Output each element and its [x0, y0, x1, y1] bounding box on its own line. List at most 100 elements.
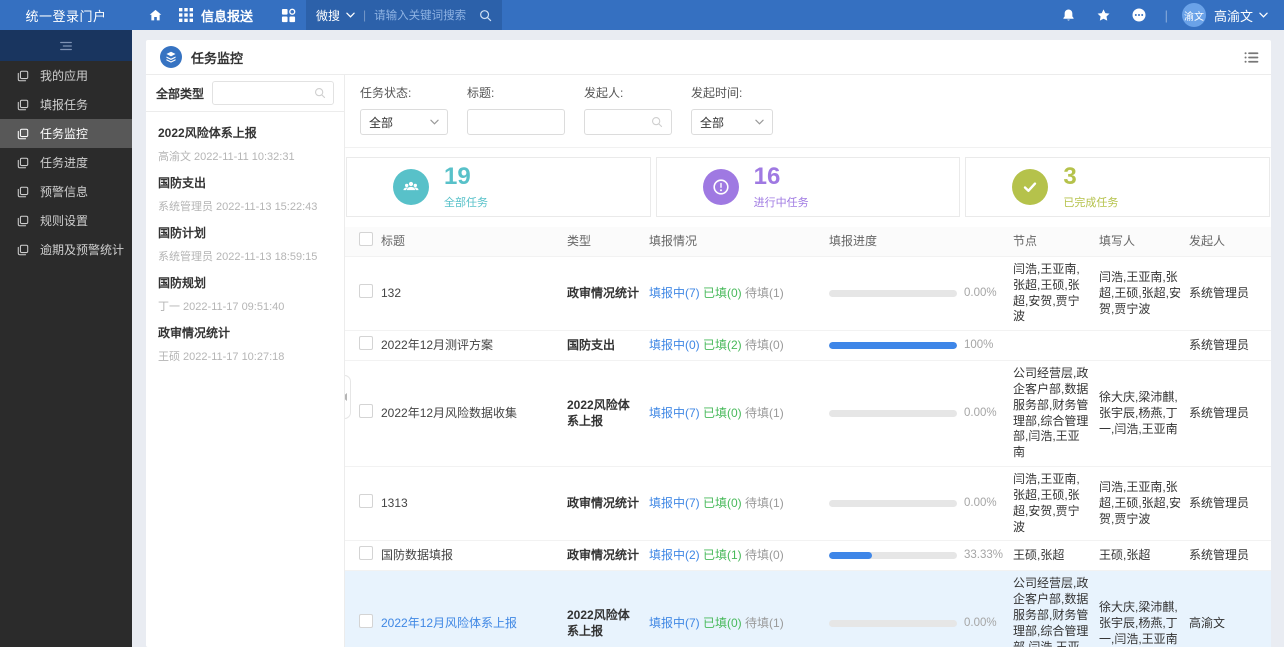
panel-header: 任务监控 — [146, 40, 1271, 75]
sidebar-item[interactable]: 任务进度 — [0, 148, 132, 177]
page-title: 任务监控 — [191, 48, 243, 67]
row-checkbox[interactable] — [359, 336, 373, 350]
chevron-down-icon — [430, 119, 439, 125]
sidebar-item[interactable]: 任务监控 — [0, 119, 132, 148]
sidebar-item[interactable]: 预警信息 — [0, 177, 132, 206]
row-initiator: 系统管理员 — [1189, 333, 1271, 359]
progress-percent: 0.00% — [964, 406, 997, 421]
row-title[interactable]: 132 — [381, 281, 567, 307]
row-fill-status: 填报中(7) 已填(0) 待填(1) — [649, 281, 829, 307]
topbar-search[interactable]: 微搜 | 请输入关键词搜索 — [306, 0, 502, 30]
avatar[interactable]: 渝文 — [1182, 3, 1206, 27]
user-chevron-down-icon[interactable] — [1259, 12, 1268, 18]
task-item-title: 2022风险体系上报 — [158, 124, 332, 141]
row-checkbox[interactable] — [359, 614, 373, 628]
row-initiator: 系统管理员 — [1189, 543, 1271, 569]
row-checkbox[interactable] — [359, 404, 373, 418]
topbar-divider: | — [1165, 8, 1168, 23]
collapse-arrow-icon — [345, 393, 347, 401]
sidebar-item[interactable]: 我的应用 — [0, 61, 132, 90]
task-monitor-panel: 任务监控 全部类型 2022风险 — [146, 40, 1271, 647]
more-circle-icon[interactable] — [1131, 7, 1147, 23]
task-list-item[interactable]: 国防支出 系统管理员 2022-11-13 15:22:43 — [158, 174, 332, 214]
widget-icon[interactable] — [281, 8, 296, 23]
sidebar-item[interactable]: 规则设置 — [0, 206, 132, 235]
task-status-select[interactable]: 全部 — [360, 109, 448, 135]
initiator-filter-label: 发起人: — [584, 84, 672, 101]
type-filter-label: 全部类型 — [156, 85, 204, 102]
list-view-icon[interactable] — [1244, 51, 1259, 64]
filling-count: 填报中(7) — [649, 286, 700, 300]
sidebar-collapse-button[interactable] — [0, 30, 132, 61]
filter-task-status: 任务状态: 全部 — [360, 84, 448, 135]
sidebar-item-label: 逾期及预警统计 — [40, 241, 124, 258]
search-input-placeholder[interactable]: 请输入关键词搜索 — [374, 7, 479, 23]
row-title[interactable]: 国防数据填报 — [381, 543, 567, 569]
initiator-input[interactable] — [584, 109, 672, 135]
search-icon — [479, 9, 492, 22]
task-list-item[interactable]: 2022风险体系上报 高渝文 2022-11-11 10:32:31 — [158, 124, 332, 164]
table-row[interactable]: 2022年12月风险数据收集 2022风险体系上报 填报中(7) 已填(0) 待… — [345, 361, 1271, 467]
select-all-checkbox[interactable] — [359, 232, 373, 246]
progress-track — [829, 500, 957, 507]
table-row[interactable]: 132 政审情况统计 填报中(7) 已填(0) 待填(1) 0.00% 闫浩,王… — [345, 257, 1271, 331]
col-writer: 填写人 — [1099, 234, 1189, 250]
row-title[interactable]: 2022年12月测评方案 — [381, 333, 567, 359]
table-row[interactable]: 2022年12月测评方案 国防支出 填报中(0) 已填(2) 待填(0) 100… — [345, 331, 1271, 361]
table-row[interactable]: 2022年12月风险体系上报 2022风险体系上报 填报中(7) 已填(0) 待… — [345, 571, 1271, 647]
row-title[interactable]: 1313 — [381, 491, 567, 517]
row-title[interactable]: 2022年12月风险体系上报 — [381, 611, 567, 637]
row-node: 闫浩,王亚南,张超,王硕,张超,安贺,贾宁波 — [1013, 467, 1099, 540]
task-item-title: 国防计划 — [158, 224, 332, 241]
pending-count: 待填(1) — [745, 616, 784, 630]
table-row[interactable]: 1313 政审情况统计 填报中(7) 已填(0) 待填(1) 0.00% 闫浩,… — [345, 467, 1271, 541]
star-icon[interactable] — [1096, 8, 1111, 23]
stat-label: 已完成任务 — [1063, 194, 1118, 210]
filling-count: 填报中(2) — [649, 548, 700, 562]
row-initiator: 系统管理员 — [1189, 281, 1271, 307]
row-checkbox[interactable] — [359, 494, 373, 508]
start-time-select[interactable]: 全部 — [691, 109, 773, 135]
row-progress: 0.00% — [829, 401, 1013, 426]
row-checkbox[interactable] — [359, 284, 373, 298]
apps-grid-icon[interactable] — [179, 8, 193, 22]
row-progress: 0.00% — [829, 491, 1013, 516]
task-list-item[interactable]: 国防规划 丁一 2022-11-17 09:51:40 — [158, 274, 332, 314]
topbar-right: | 渝文 高渝文 — [1041, 3, 1284, 27]
type-search-input[interactable] — [212, 81, 334, 105]
row-node: 闫浩,王亚南,张超,王硕,张超,安贺,贾宁波 — [1013, 257, 1099, 330]
row-type: 政审情况统计 — [567, 491, 649, 517]
task-list-item[interactable]: 国防计划 系统管理员 2022-11-13 18:59:15 — [158, 224, 332, 264]
table-row[interactable]: 国防数据填报 政审情况统计 填报中(2) 已填(1) 待填(0) 33.33% … — [345, 541, 1271, 571]
sidebar-item[interactable]: 逾期及预警统计 — [0, 235, 132, 264]
row-node — [1013, 341, 1099, 351]
sidebar-item[interactable]: 填报任务 — [0, 90, 132, 119]
chevron-down-icon — [346, 12, 355, 18]
progress-track — [829, 620, 957, 627]
row-title[interactable]: 2022年12月风险数据收集 — [381, 401, 567, 427]
panel-collapse-handle[interactable] — [345, 375, 351, 419]
pending-count: 待填(1) — [745, 286, 784, 300]
users-icon — [393, 169, 429, 205]
col-fill-status: 填报情况 — [649, 234, 829, 250]
search-engine-select[interactable]: 微搜 — [316, 7, 355, 24]
stat-all-tasks[interactable]: 19 全部任务 — [346, 157, 651, 217]
bell-icon[interactable] — [1061, 8, 1076, 23]
stat-completed-tasks[interactable]: 3 已完成任务 — [965, 157, 1270, 217]
title-input[interactable] — [467, 109, 565, 135]
portal-title: 统一登录门户 — [0, 6, 132, 25]
task-list-item[interactable]: 政审情况统计 王硕 2022-11-17 10:27:18 — [158, 324, 332, 364]
app-title[interactable]: 信息报送 — [201, 6, 253, 25]
stat-label: 全部任务 — [444, 194, 488, 210]
sidebar-item-label: 预警信息 — [40, 183, 88, 200]
row-writer: 闫浩,王亚南,张超,王硕,张超,安贺,贾宁波 — [1099, 475, 1189, 532]
task-item-meta: 系统管理员 2022-11-13 18:59:15 — [158, 248, 332, 264]
document-icon — [17, 99, 29, 111]
home-icon[interactable] — [148, 8, 163, 23]
progress-fill — [829, 552, 872, 559]
username[interactable]: 高渝文 — [1214, 6, 1253, 25]
alert-circle-icon — [703, 169, 739, 205]
stat-in-progress-tasks[interactable]: 16 进行中任务 — [656, 157, 961, 217]
row-checkbox[interactable] — [359, 546, 373, 560]
filling-count: 填报中(0) — [649, 338, 700, 352]
